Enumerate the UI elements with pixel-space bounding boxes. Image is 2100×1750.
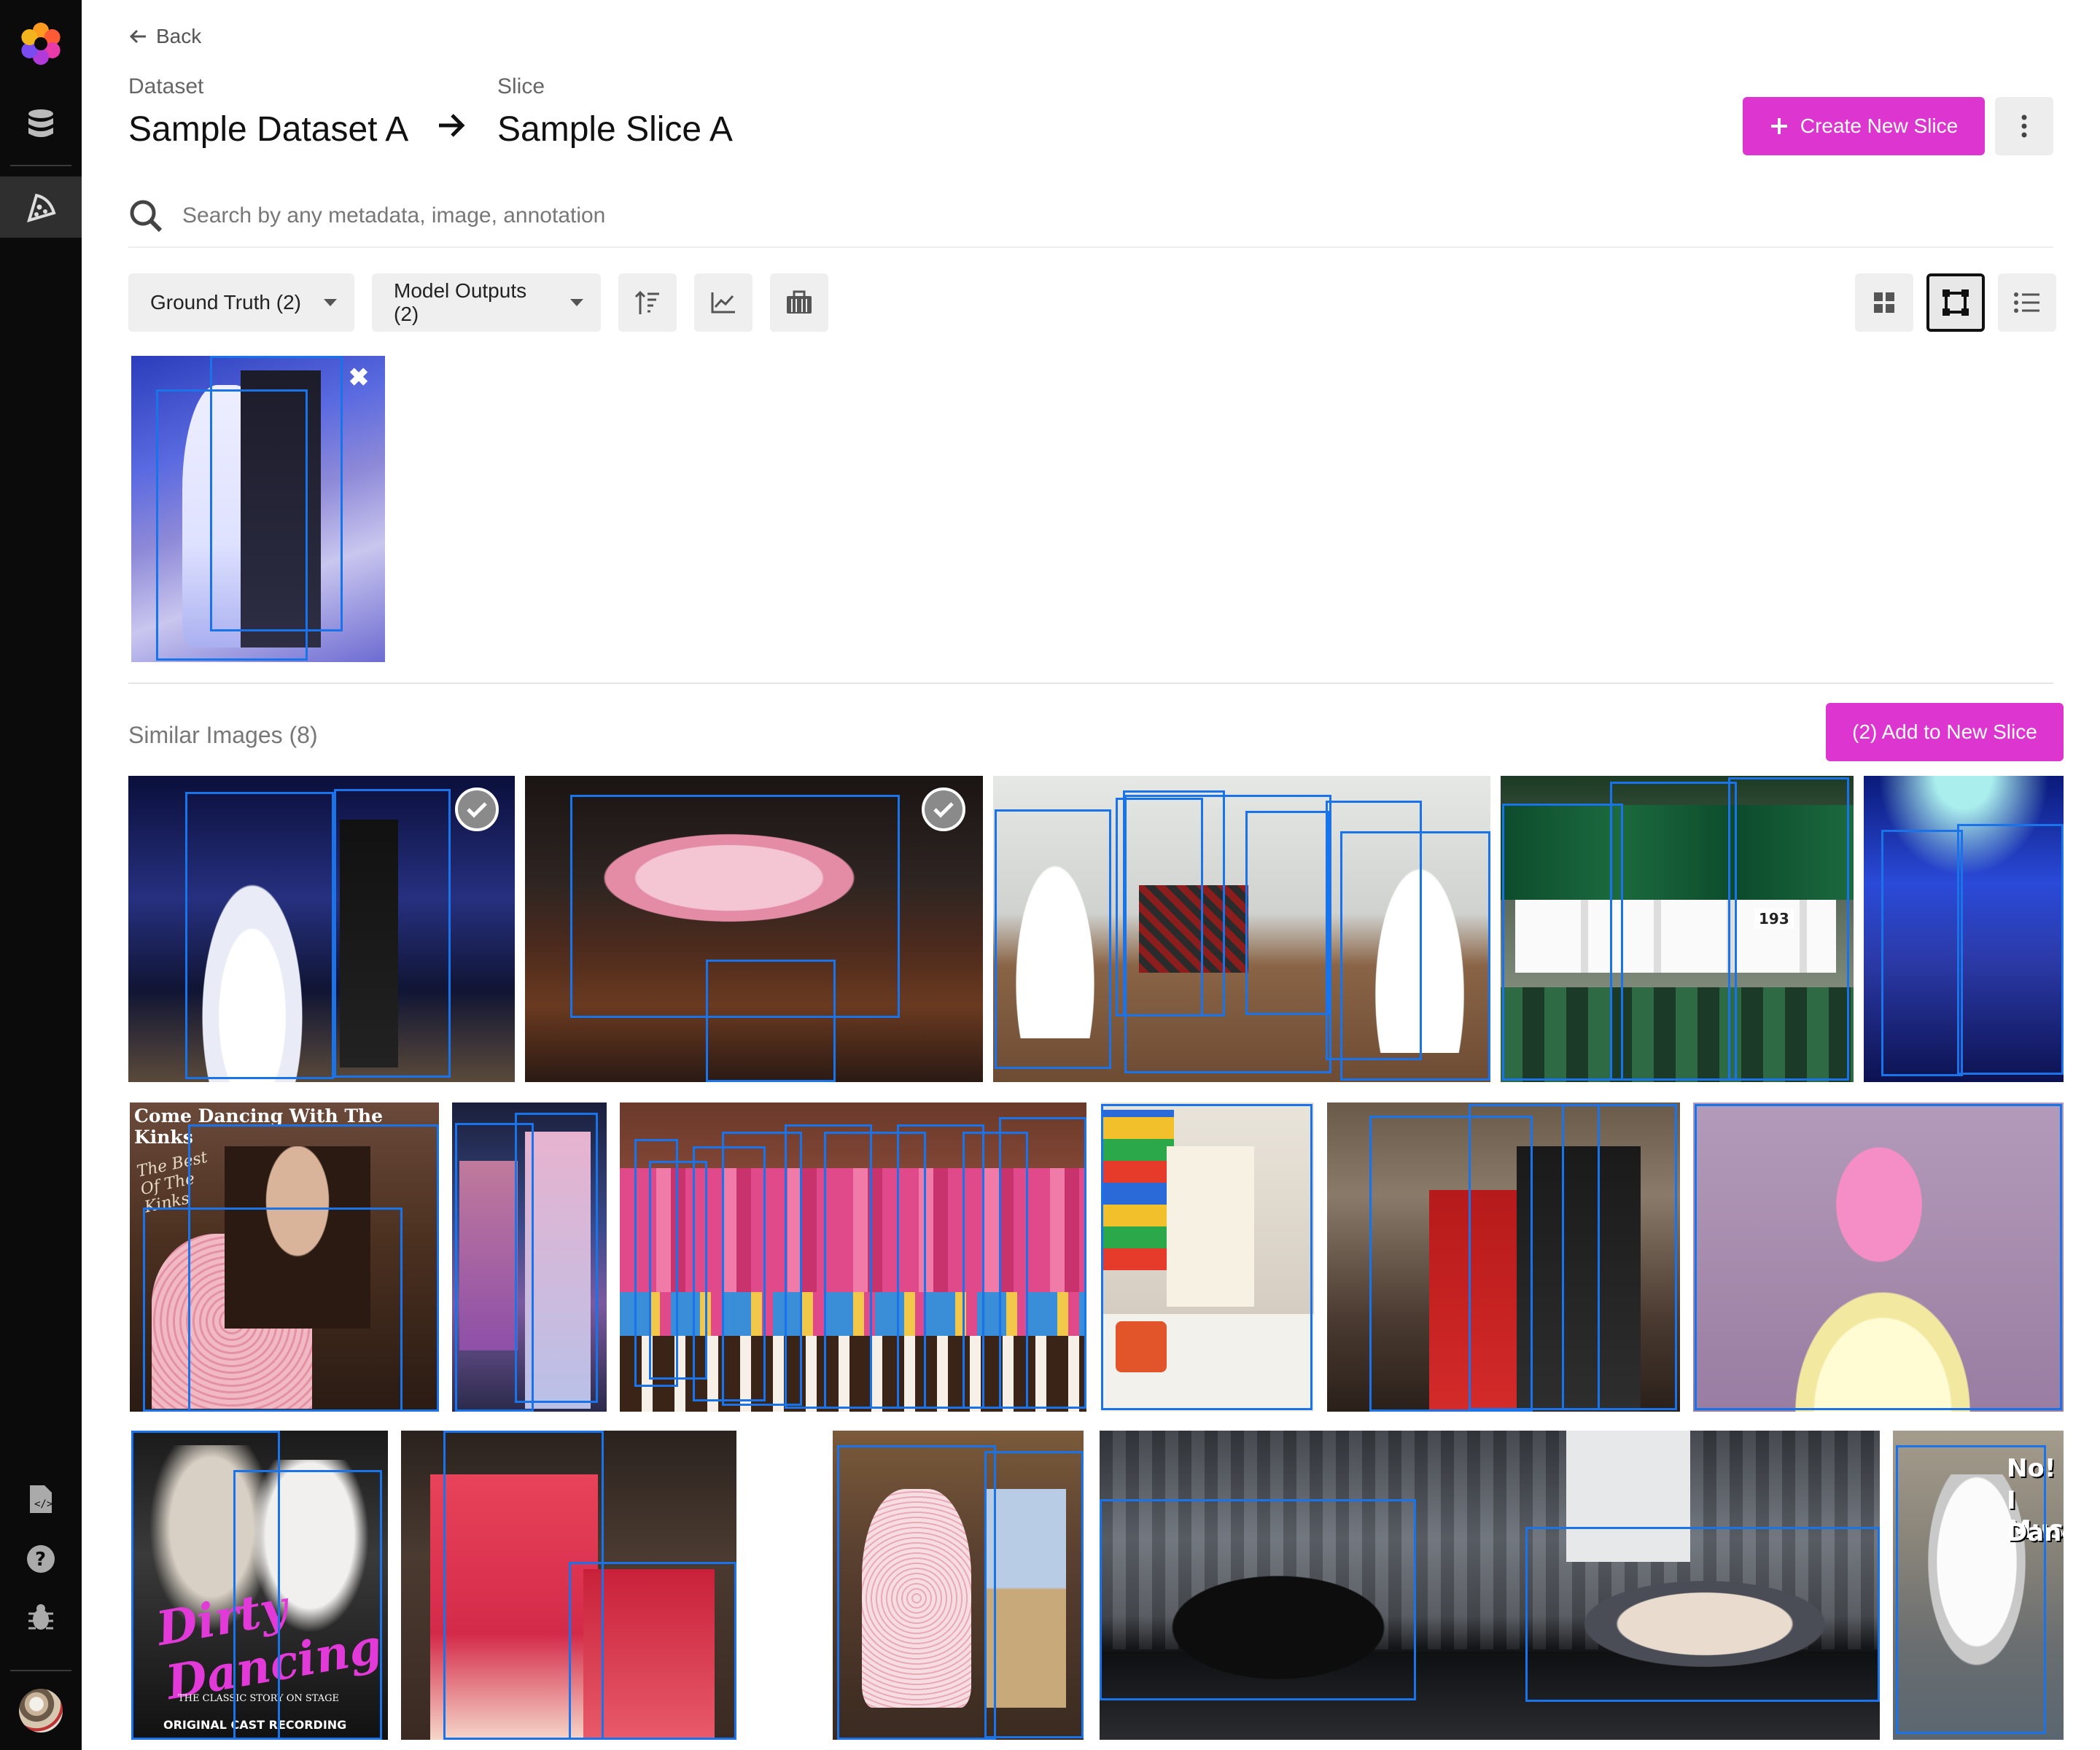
bounding-box: [706, 960, 836, 1082]
similar-image[interactable]: [620, 1102, 1086, 1412]
bounding-box: [515, 1113, 598, 1403]
bounding-box: [1525, 1527, 1880, 1702]
bounding-box: [210, 356, 343, 631]
similar-image[interactable]: [1101, 1102, 1314, 1412]
avatar[interactable]: [19, 1689, 63, 1732]
list-view-button[interactable]: [1998, 273, 2056, 332]
bug-icon[interactable]: [0, 1587, 82, 1648]
bounding-box: [1562, 1104, 1677, 1410]
bounding-box: [1101, 1104, 1312, 1410]
search-input[interactable]: [181, 203, 1934, 229]
arrow-right-icon: [438, 112, 467, 142]
bounding-box: [984, 1451, 1084, 1738]
similar-image[interactable]: [1327, 1102, 1680, 1412]
bounding-box: [1896, 1445, 2046, 1734]
similar-image[interactable]: [401, 1431, 736, 1740]
kebab-icon: [2021, 114, 2027, 138]
dataset-name[interactable]: Sample Dataset A: [128, 109, 408, 149]
slice-image-thumbnail[interactable]: ✖: [131, 356, 385, 662]
bbox-view-icon: [1942, 289, 1969, 316]
sort-icon: [634, 290, 659, 314]
similar-image[interactable]: Come Dancing With The Kinks The Best Of …: [130, 1102, 439, 1412]
bounding-box: [188, 1124, 439, 1412]
bounding-box: [1100, 1499, 1416, 1700]
similar-image[interactable]: [1693, 1102, 2064, 1412]
create-new-slice-button[interactable]: Create New Slice: [1743, 97, 1985, 155]
slice-name: Sample Slice A: [497, 110, 733, 149]
bounding-box: [1881, 830, 1963, 1076]
bounding-box: [334, 789, 451, 1078]
bounding-box: [233, 1470, 382, 1740]
ground-truth-dropdown[interactable]: Ground Truth (2): [128, 273, 354, 332]
search-bar: [128, 185, 2053, 248]
search-icon: [130, 200, 163, 233]
bounding-box: [1957, 824, 2064, 1075]
similar-image[interactable]: [833, 1431, 1084, 1740]
sidebar-divider: [10, 1670, 71, 1671]
help-icon[interactable]: ?: [0, 1528, 82, 1590]
grid-view-button[interactable]: [1855, 273, 1913, 332]
similar-image[interactable]: [128, 776, 515, 1082]
dataset-label: Dataset: [128, 74, 204, 98]
arrow-left-icon: [129, 29, 146, 44]
svg-text:</>: </>: [34, 1498, 52, 1510]
similar-images-title: Similar Images (8): [128, 722, 318, 748]
checkmark-icon[interactable]: [455, 788, 499, 831]
similar-image[interactable]: Dirty Dancing THE CLASSIC STORY ON STAGE…: [131, 1431, 388, 1740]
model-outputs-dropdown[interactable]: Model Outputs (2): [372, 273, 601, 332]
bounding-box: [569, 1562, 736, 1740]
bounding-box: [185, 792, 334, 1079]
section-divider: [128, 682, 2053, 684]
chart-icon: [711, 292, 735, 314]
slice-label: Slice: [497, 74, 545, 98]
caret-down-icon: [570, 299, 583, 306]
briefcase-button[interactable]: [770, 273, 828, 332]
sort-button[interactable]: [618, 273, 677, 332]
similar-image[interactable]: [1100, 1431, 1880, 1740]
similar-image[interactable]: No! I Must Dance: [1893, 1431, 2064, 1740]
bounding-box: [837, 1445, 996, 1740]
bounding-box: [995, 809, 1111, 1069]
bounding-box: [1695, 1104, 2062, 1410]
bounding-box: [1245, 811, 1330, 1015]
svg-text:?: ?: [35, 1549, 46, 1571]
more-options-button[interactable]: [1995, 97, 2053, 155]
bounding-box: [1728, 777, 1849, 1081]
main-content: Back Dataset Sample Dataset A Slice Samp…: [82, 0, 2100, 1750]
bounding-box: [1502, 804, 1623, 1081]
plus-icon: [1770, 118, 1787, 134]
similar-image[interactable]: [525, 776, 983, 1082]
bounding-box: [1340, 831, 1490, 1081]
checkmark-icon[interactable]: [922, 788, 965, 831]
close-icon[interactable]: ✖: [346, 364, 372, 392]
sidebar: </> ?: [0, 0, 82, 1750]
model-outputs-label: Model Outputs (2): [394, 279, 527, 325]
bbox-view-button[interactable]: [1926, 273, 1985, 332]
bounding-box: [1610, 782, 1737, 1081]
list-icon: [2014, 292, 2039, 313]
back-link[interactable]: Back: [128, 22, 201, 51]
similar-image[interactable]: [993, 776, 1490, 1082]
similar-image[interactable]: [1864, 776, 2064, 1082]
sidebar-divider: [10, 165, 71, 166]
back-label: Back: [156, 25, 202, 47]
code-file-icon[interactable]: </>: [0, 1469, 82, 1530]
similar-image[interactable]: 193: [1501, 776, 1854, 1082]
caret-down-icon: [324, 299, 337, 306]
ground-truth-label: Ground Truth (2): [150, 291, 301, 314]
similar-image[interactable]: [452, 1102, 607, 1412]
pizza-slice-icon[interactable]: [0, 176, 82, 238]
chart-button[interactable]: [694, 273, 752, 332]
create-new-slice-label: Create New Slice: [1800, 114, 1959, 137]
grid-icon: [1874, 292, 1894, 313]
add-to-new-slice-button[interactable]: (2) Add to New Slice: [1826, 703, 2064, 761]
logo-icon[interactable]: [18, 20, 64, 67]
briefcase-icon: [787, 290, 812, 314]
database-icon[interactable]: [0, 93, 82, 155]
bounding-box: [999, 1117, 1086, 1409]
